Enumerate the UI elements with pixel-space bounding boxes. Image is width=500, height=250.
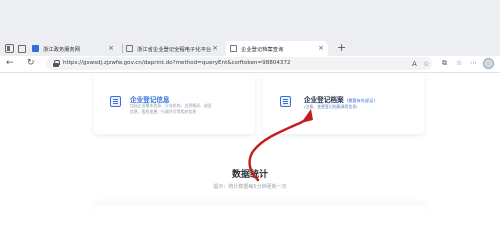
favorites-icon[interactable]: ☆ bbox=[456, 59, 462, 68]
tab-label: 企业登记档案查询 bbox=[241, 46, 284, 53]
read-aloud-icon[interactable]: A bbox=[412, 60, 417, 69]
card-description-line: 信息、股权变更、行政许可等相关信息 bbox=[130, 109, 197, 114]
card-title-text[interactable]: 企业登记档案 bbox=[304, 96, 344, 104]
data-statistics-heading: 数据统计 bbox=[231, 170, 268, 180]
tab-label: 浙江省企业登记全程电子化平台 bbox=[137, 46, 212, 53]
tab-enterprise-archive-query[interactable]: 企业登记档案查询 × bbox=[226, 41, 328, 56]
tab-separator bbox=[122, 44, 123, 53]
url-text[interactable]: https://gswsdj.zjzwfw.gov.cn/daprint.do?… bbox=[63, 59, 291, 68]
enterprise-registration-info-card[interactable]: 企业登记信息 包括企业基本信息、分支机构、出资情况、成员 信息、股权变更、行政许… bbox=[94, 74, 255, 134]
browser-tab-strip: 浙江政务服务网 × 浙江省企业登记全程电子化平台 × 企业登记档案查询 × + bbox=[0, 0, 500, 56]
reload-button[interactable]: ↻ bbox=[27, 57, 35, 70]
page-content: 企业登记信息 包括企业基本信息、分支机构、出资情况、成员 信息、股权变更、行政许… bbox=[0, 73, 500, 250]
document-icon bbox=[110, 96, 121, 107]
document-icon bbox=[280, 96, 291, 107]
split-screen-icon[interactable]: ⧉ bbox=[442, 59, 447, 68]
card-description: (注册、变更登记档案调用信息) bbox=[304, 104, 358, 110]
new-tab-button[interactable]: + bbox=[337, 41, 346, 54]
statistics-panel bbox=[94, 205, 424, 215]
back-button[interactable]: ← bbox=[6, 57, 14, 70]
data-statistics-hint: 提示：统计数据每5分钟更新一次 bbox=[213, 184, 287, 190]
tab-actions-icon[interactable] bbox=[18, 45, 26, 53]
address-bar[interactable]: https://gswsdj.zjzwfw.gov.cn/daprint.do?… bbox=[46, 57, 432, 70]
card-title[interactable]: 企业登记档案 (需要有外部证) bbox=[304, 94, 375, 104]
favorite-star-icon[interactable]: ☆ bbox=[423, 60, 429, 69]
page-favicon-icon bbox=[126, 45, 133, 52]
card-description-line: (注册、变更登记档案调用信息) bbox=[304, 104, 358, 109]
site-favicon-icon bbox=[32, 45, 39, 52]
card-subtitle: (需要有外部证) bbox=[346, 98, 375, 103]
browser-toolbar: ← ↻ https://gswsdj.zjzwfw.gov.cn/daprint… bbox=[0, 56, 500, 72]
close-tab-icon[interactable]: × bbox=[318, 44, 324, 52]
card-description: 包括企业基本信息、分支机构、出资情况、成员 信息、股权变更、行政许可等相关信息 bbox=[130, 103, 212, 115]
profile-avatar[interactable] bbox=[483, 58, 494, 69]
tab-label: 浙江政务服务网 bbox=[43, 46, 81, 53]
more-menu-icon[interactable]: ⋯ bbox=[470, 59, 477, 68]
lock-icon[interactable] bbox=[53, 60, 60, 67]
page-favicon-icon bbox=[230, 45, 237, 52]
tab-zhejiang-government-services[interactable]: 浙江政务服务网 × bbox=[32, 41, 118, 56]
window-menu-icon[interactable] bbox=[5, 44, 14, 53]
close-tab-icon[interactable]: × bbox=[212, 44, 218, 52]
enterprise-registration-archive-card[interactable]: 企业登记档案 (需要有外部证) (注册、变更登记档案调用信息) bbox=[263, 74, 424, 134]
close-tab-icon[interactable]: × bbox=[108, 44, 114, 52]
tab-enterprise-registration-platform[interactable]: 浙江省企业登记全程电子化平台 × bbox=[126, 41, 222, 56]
